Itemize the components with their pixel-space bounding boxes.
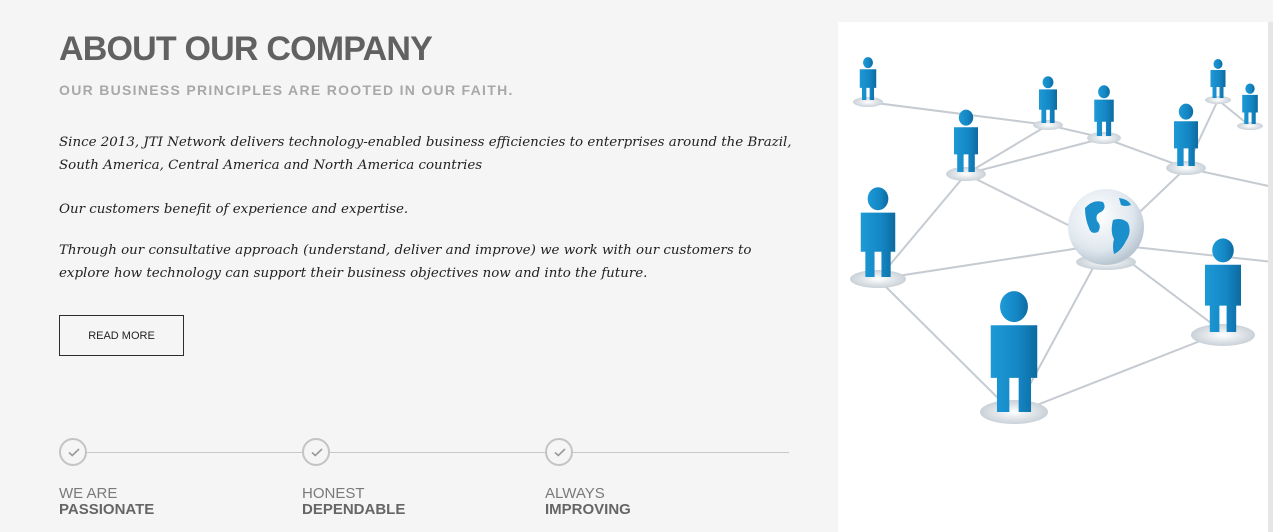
check-circle-icon	[59, 438, 87, 466]
image-edge	[1268, 22, 1273, 532]
principles-timeline	[59, 452, 789, 453]
about-paragraph-2: Our customers benefit of experience and …	[59, 202, 409, 217]
principle-line2: PASSIONATE	[59, 501, 155, 518]
check-circle-icon	[302, 438, 330, 466]
check-circle-icon	[545, 438, 573, 466]
about-paragraph-3: Through our consultative approach (under…	[59, 243, 752, 281]
page-subtitle: OUR BUSINESS PRINCIPLES ARE ROOTED IN OU…	[59, 82, 514, 98]
about-section: ABOUT OUR COMPANY OUR BUSINESS PRINCIPLE…	[0, 0, 1273, 532]
network-illustration	[838, 22, 1273, 532]
principle-line1: ALWAYS	[545, 485, 605, 502]
principle-line2: IMPROVING	[545, 501, 631, 518]
principle-line1: WE ARE	[59, 485, 118, 502]
read-more-button[interactable]: READ MORE	[59, 315, 184, 356]
page-title: ABOUT OUR COMPANY	[59, 30, 433, 68]
principle-line1: HONEST	[302, 485, 365, 502]
principle-line2: DEPENDABLE	[302, 501, 406, 518]
about-paragraph-1: Since 2013, JTI Network delivers technol…	[59, 135, 792, 173]
